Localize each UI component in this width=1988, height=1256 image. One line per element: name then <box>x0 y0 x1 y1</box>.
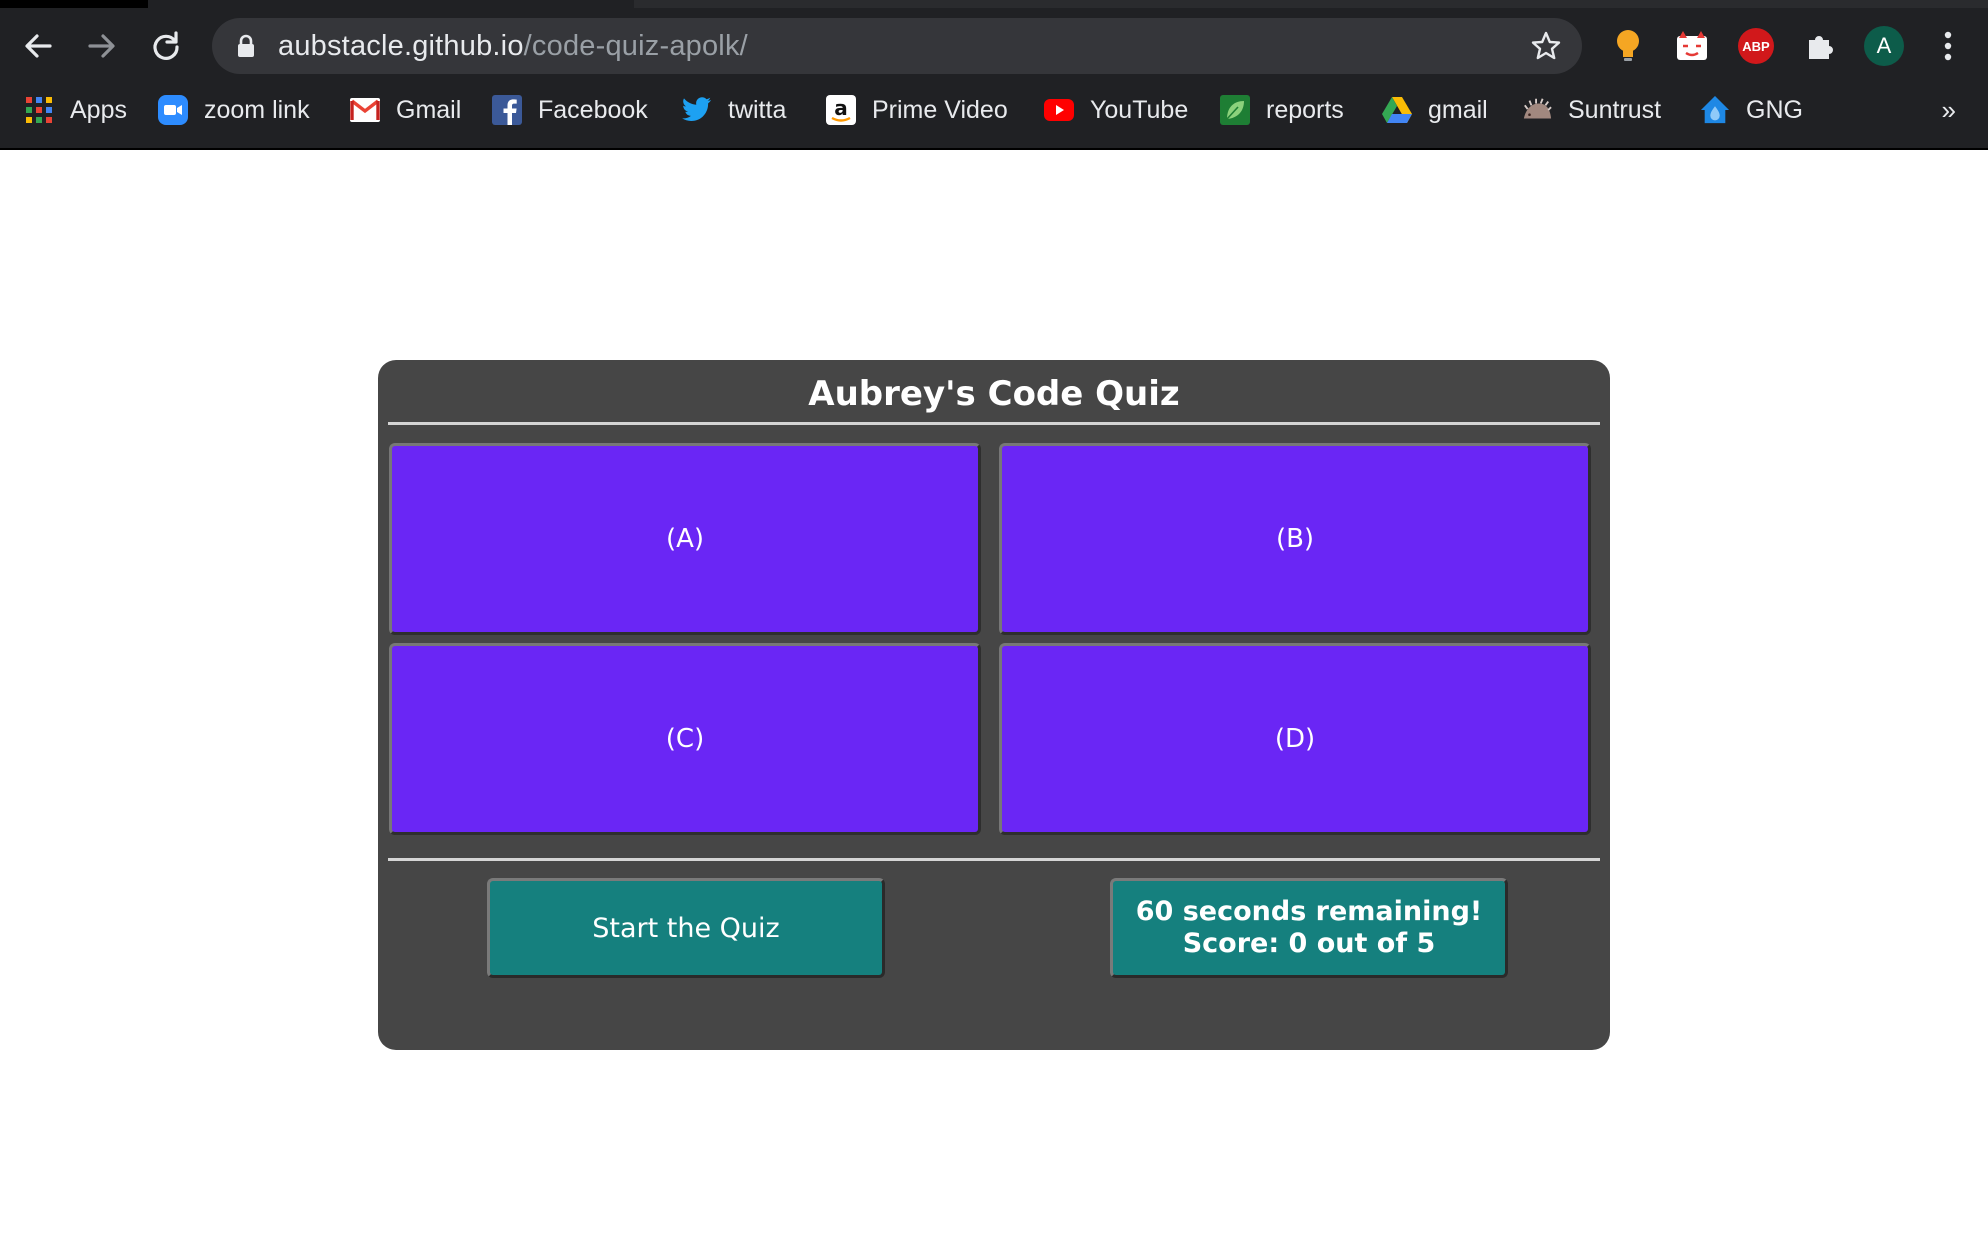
inactive-tab-area[interactable] <box>634 0 1988 8</box>
address-bar[interactable]: aubstacle.github.io/code-quiz-apolk/ <box>212 18 1582 74</box>
answers-divider <box>388 858 1600 861</box>
timer-score-display: 60 seconds remaining! Score: 0 out of 5 <box>1110 878 1508 978</box>
answer-b-button[interactable]: (B) <box>999 443 1591 635</box>
url-host: aubstacle.github.io <box>278 30 524 62</box>
start-quiz-label: Start the Quiz <box>592 912 780 944</box>
bookmark-label: GNG <box>1746 95 1803 124</box>
lightbulb-icon <box>1617 30 1639 61</box>
bookmark-label: Apps <box>70 95 127 124</box>
house-drop-icon <box>1700 95 1730 125</box>
timer-text: 60 seconds remaining! <box>1135 896 1483 927</box>
bookmark-reports[interactable]: reports <box>1220 86 1344 134</box>
bookmark-twitta[interactable]: twitta <box>682 86 786 134</box>
profile-avatar: A <box>1864 26 1904 66</box>
extensions-button[interactable] <box>1796 22 1844 70</box>
bookmark-label: Prime Video <box>872 95 1008 124</box>
more-bookmarks-button[interactable]: » <box>1942 86 1956 134</box>
active-tab[interactable] <box>148 0 634 8</box>
kebab-menu-icon <box>1944 31 1952 61</box>
tab-strip <box>0 0 1988 8</box>
bookmark-prime-video[interactable]: a Prime Video <box>826 86 1008 134</box>
page-title: Aubrey's Code Quiz <box>808 374 1180 414</box>
bookmark-gng[interactable]: GNG <box>1700 86 1803 134</box>
reload-button[interactable] <box>144 24 188 68</box>
svg-text:a: a <box>834 96 848 120</box>
start-quiz-button[interactable]: Start the Quiz <box>487 878 885 978</box>
bookmark-label: Suntrust <box>1568 95 1662 124</box>
puzzle-piece-icon <box>1809 36 1833 59</box>
score-text: Score: 0 out of 5 <box>1182 928 1436 959</box>
bookmark-zoom-link[interactable]: zoom link <box>158 86 310 134</box>
bookmarks-bar: Apps zoom link Gmail Facebook twitta a P… <box>0 86 1988 134</box>
bookmark-suntrust[interactable]: Suntrust <box>1522 86 1661 134</box>
bookmark-label: Facebook <box>538 95 648 124</box>
browser-chrome: aubstacle.github.io/code-quiz-apolk/ ABP… <box>0 0 1988 150</box>
adblock-plus-icon: ABP <box>1738 28 1774 64</box>
bookmark-star-icon[interactable] <box>1530 30 1562 62</box>
bookmark-label: zoom link <box>204 95 310 124</box>
bookmark-label: Gmail <box>396 95 462 124</box>
youtube-icon <box>1044 95 1074 125</box>
quiz-card: Aubrey's Code Quiz (A) (B) (C) (D) Start… <box>378 360 1610 1050</box>
answer-a-button[interactable]: (A) <box>389 443 981 635</box>
url-text[interactable]: aubstacle.github.io/code-quiz-apolk/ <box>278 18 748 74</box>
lock-icon <box>238 34 254 57</box>
extension-cat[interactable] <box>1668 22 1716 70</box>
bookmark-youtube[interactable]: YouTube <box>1044 86 1188 134</box>
facebook-icon <box>492 95 522 125</box>
leaf-icon <box>1220 95 1250 125</box>
gmail-icon <box>350 95 380 125</box>
bookmark-label: twitta <box>728 95 787 124</box>
hedgehog-icon <box>1522 95 1552 125</box>
bookmark-facebook[interactable]: Facebook <box>492 86 648 134</box>
answer-d-button[interactable]: (D) <box>999 643 1591 835</box>
url-path: /code-quiz-apolk/ <box>523 30 748 62</box>
bookmark-label: gmail <box>1428 95 1488 124</box>
zoom-icon <box>158 95 188 125</box>
profile-button[interactable]: A <box>1860 22 1908 70</box>
title-divider <box>388 422 1600 425</box>
extension-adblock[interactable]: ABP <box>1732 22 1780 70</box>
browser-menu-button[interactable] <box>1924 22 1972 70</box>
back-arrow-icon <box>25 34 52 58</box>
google-drive-icon <box>1382 95 1412 125</box>
reload-icon <box>153 31 179 60</box>
forward-button[interactable] <box>80 24 124 68</box>
bookmark-label: YouTube <box>1090 95 1189 124</box>
amazon-icon: a <box>826 95 856 125</box>
answer-c-button[interactable]: (C) <box>389 643 981 835</box>
bookmark-gmail-drive[interactable]: gmail <box>1382 86 1488 134</box>
bookmark-gmail[interactable]: Gmail <box>350 86 461 134</box>
apps-grid-icon <box>24 95 54 125</box>
bookmark-apps[interactable]: Apps <box>24 86 127 134</box>
cat-face-icon <box>1677 31 1707 60</box>
back-button[interactable] <box>16 24 60 68</box>
bookmark-label: reports <box>1266 95 1344 124</box>
forward-arrow-icon <box>88 34 115 58</box>
extension-bulb[interactable] <box>1604 22 1652 70</box>
twitter-icon <box>682 95 712 125</box>
